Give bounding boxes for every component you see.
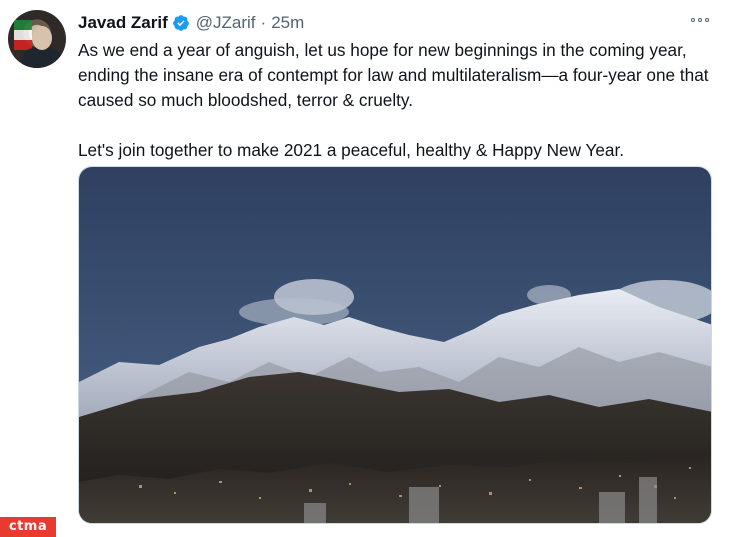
more-dot xyxy=(698,18,702,22)
tweet-image[interactable] xyxy=(78,166,712,524)
watermark-logo: ctma xyxy=(0,517,56,537)
more-options-icon[interactable] xyxy=(686,8,714,32)
tweet-header: Javad Zarif @JZarif · 25m xyxy=(78,12,304,34)
avatar-suit xyxy=(22,48,62,68)
verified-badge-icon xyxy=(172,15,189,31)
tweet-paragraph-2: Let's join together to make 2021 a peace… xyxy=(78,140,625,160)
author-name[interactable]: Javad Zarif xyxy=(78,13,168,33)
avatar-flag xyxy=(14,20,32,50)
mountain-photo xyxy=(79,167,711,523)
separator-dot: · xyxy=(260,13,267,32)
more-dot xyxy=(691,18,695,22)
tweet-timestamp[interactable]: 25m xyxy=(271,13,304,33)
more-dot xyxy=(705,18,709,22)
tweet-text: As we end a year of anguish, let us hope… xyxy=(78,38,718,163)
avatar-face xyxy=(32,26,52,50)
tweet-paragraph-1: As we end a year of anguish, let us hope… xyxy=(78,40,709,110)
author-handle[interactable]: @JZarif xyxy=(196,13,256,33)
avatar[interactable] xyxy=(8,10,66,68)
